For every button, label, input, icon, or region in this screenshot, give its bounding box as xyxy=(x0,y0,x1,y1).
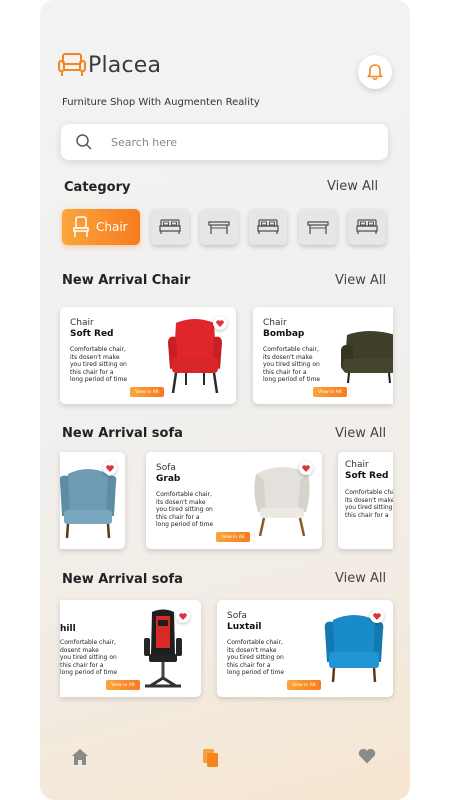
product-description: Comfortable chair, its dosen't make you … xyxy=(227,639,285,676)
product-card[interactable]: Chair Soft Red Comfortable chair, its do… xyxy=(338,452,393,549)
sofa-logo-icon xyxy=(58,53,86,76)
home-icon xyxy=(72,749,88,765)
description-line: dosent make xyxy=(60,646,99,654)
product-description: Comfortable chair, its dosen't make you … xyxy=(345,489,393,519)
description-line: you tired sitting on xyxy=(60,654,117,661)
product-card[interactable]: Chair Soft Red Comfortable chair, its do… xyxy=(60,307,236,404)
nav-favorites-button[interactable] xyxy=(358,748,376,768)
product-name-partial: hill xyxy=(60,624,76,634)
description-line: Comfortable chair, xyxy=(60,639,116,646)
section-view-all-link[interactable]: View All xyxy=(335,571,386,586)
category-bed-button[interactable] xyxy=(151,209,189,245)
product-description: Comfortable chair, dosent make you tired… xyxy=(60,639,130,677)
table-icon xyxy=(208,221,230,234)
copy-icon xyxy=(203,749,218,767)
favorite-button[interactable] xyxy=(299,461,313,475)
blue-luxury-armchair-image xyxy=(324,615,384,683)
heart-icon xyxy=(179,612,187,620)
heart-icon xyxy=(302,464,310,472)
olive-armchair-image xyxy=(341,331,393,384)
view-in-ar-button[interactable]: View in AR xyxy=(313,387,347,397)
description-line: long period of time xyxy=(60,669,118,676)
favorite-button[interactable] xyxy=(213,316,227,330)
heart-icon xyxy=(106,464,114,472)
product-card[interactable]: Chair Bombap Comfortable chair, its dose… xyxy=(253,307,393,404)
category-view-all-link[interactable]: View All xyxy=(327,179,378,194)
product-type: Chair xyxy=(263,318,287,328)
blue-wingback-chair-image xyxy=(60,469,117,539)
category-bed-button[interactable] xyxy=(249,209,287,245)
nav-catalog-button[interactable] xyxy=(202,748,220,772)
product-type: Sofa xyxy=(227,611,247,621)
chair-icon xyxy=(73,216,89,237)
search-icon xyxy=(76,134,92,150)
section-view-all-link[interactable]: View All xyxy=(335,426,386,441)
product-description: Comfortable chair, its dosen't make you … xyxy=(263,346,321,383)
nav-home-button[interactable] xyxy=(71,748,89,770)
table-icon xyxy=(307,221,329,234)
product-name: Luxtail xyxy=(227,622,262,632)
product-name: Grab xyxy=(156,474,181,484)
search-input[interactable]: Search here xyxy=(111,136,177,149)
category-chair-button[interactable]: Chair xyxy=(62,209,140,245)
heart-icon xyxy=(373,612,381,620)
bed-icon xyxy=(159,219,181,234)
app-name: Placea xyxy=(88,52,162,78)
favorite-button[interactable] xyxy=(370,609,384,623)
section-title: New Arrival Chair xyxy=(62,273,191,288)
product-card[interactable] xyxy=(60,452,125,549)
favorite-button[interactable] xyxy=(103,461,117,475)
view-in-ar-button[interactable]: View in AR xyxy=(216,532,250,542)
product-type: Chair xyxy=(345,460,369,470)
category-chair-label: Chair xyxy=(96,220,128,234)
category-title: Category xyxy=(64,180,131,195)
category-table-button[interactable] xyxy=(200,209,238,245)
app-logo: Placea xyxy=(58,52,161,78)
search-bar[interactable]: Search here xyxy=(61,124,388,160)
product-card[interactable]: hill Comfortable chair, dosent make you … xyxy=(60,600,201,697)
product-name: Bombap xyxy=(263,329,305,339)
product-name: Soft Red xyxy=(70,329,114,339)
category-table-button[interactable] xyxy=(299,209,337,245)
bed-icon xyxy=(257,219,279,234)
app-tagline: Furniture Shop With Augmenten Reality xyxy=(62,97,260,108)
product-card[interactable]: Sofa Luxtail Comfortable chair, its dose… xyxy=(217,600,393,697)
product-description: Comfortable chair, its dosen't make you … xyxy=(70,346,128,383)
product-type: Sofa xyxy=(156,463,176,473)
section-title: New Arrival sofa xyxy=(62,426,183,441)
favorite-button[interactable] xyxy=(176,609,190,623)
product-name: Soft Red xyxy=(345,471,389,481)
heart-icon xyxy=(216,319,224,327)
product-type: Chair xyxy=(70,318,94,328)
view-in-ar-button[interactable]: View in AR xyxy=(287,680,321,690)
description-line: this chair for a xyxy=(60,661,104,669)
category-bed-button[interactable] xyxy=(348,209,386,245)
view-in-ar-button[interactable]: View in AR xyxy=(130,387,164,397)
section-title: New Arrival sofa xyxy=(62,572,183,587)
product-card[interactable]: Sofa Grab Comfortable chair, its dosen't… xyxy=(146,452,322,549)
section-view-all-link[interactable]: View All xyxy=(335,273,386,288)
view-in-ar-button[interactable]: View in AR xyxy=(106,680,140,690)
heart-icon xyxy=(358,748,376,764)
bell-icon xyxy=(367,64,383,81)
app-screen: Placea Furniture Shop With Augmenten Rea… xyxy=(40,0,410,800)
bed-icon xyxy=(356,219,378,234)
product-description: Comfortable chair, its dosen't make you … xyxy=(156,491,214,528)
notification-button[interactable] xyxy=(358,55,392,89)
